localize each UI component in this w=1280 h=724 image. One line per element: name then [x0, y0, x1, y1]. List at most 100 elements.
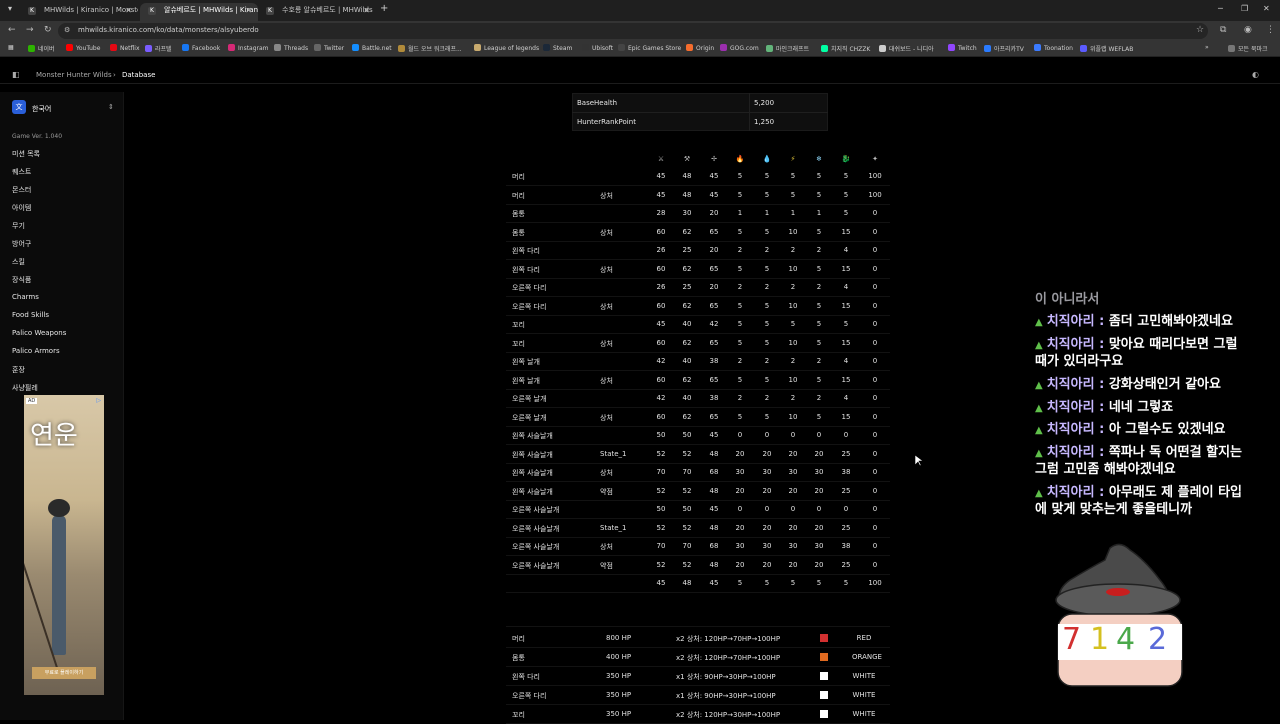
break-part-color-label: WHITE: [852, 691, 876, 699]
new-tab-button[interactable]: +: [380, 3, 388, 14]
hitzone-value: 60: [656, 412, 666, 421]
more-bookmarks-icon[interactable]: »: [1205, 44, 1209, 51]
bookmark-item[interactable]: 아프리카TV: [984, 44, 1024, 53]
sidebar-item[interactable]: 아이템: [12, 203, 31, 213]
table-row-divider: [506, 240, 890, 242]
menu-icon[interactable]: ⋮: [1266, 25, 1275, 35]
breadcrumb-root[interactable]: Monster Hunter Wilds: [36, 71, 112, 79]
hitzone-value: 70: [656, 468, 666, 476]
sidebar-item[interactable]: Palico Weapons: [12, 329, 66, 337]
close-tab-icon[interactable]: ✕: [245, 3, 252, 18]
bookmark-item[interactable]: 마인크래프트: [766, 44, 809, 53]
hitzone-value: 25: [682, 246, 692, 254]
sidebar-item[interactable]: Palico Armors: [12, 347, 60, 355]
advertisement-banner[interactable]: AD ▷ 연운 무료로 플레이하기: [24, 395, 104, 695]
hitzone-value: 0: [872, 375, 878, 384]
extensions-icon[interactable]: ⧉: [1220, 25, 1226, 35]
bookmark-item[interactable]: 대쉬보드 - 니디아: [879, 44, 934, 53]
table-row-divider: [506, 481, 890, 482]
hitzone-part: 왼쪽 날개: [512, 376, 540, 385]
bookmark-item[interactable]: Threads: [274, 44, 308, 52]
bookmark-item[interactable]: Steam: [543, 44, 572, 52]
bookmark-item[interactable]: Netflix: [110, 44, 140, 52]
url-text[interactable]: mhwilds.kiranico.com/ko/data/monsters/al…: [78, 26, 259, 34]
sidebar-item[interactable]: Charms: [12, 293, 39, 301]
theme-toggle-icon[interactable]: ◐: [1252, 70, 1259, 79]
bookmark-item[interactable]: Instagram: [228, 44, 269, 52]
hitzone-part: 몸통: [512, 228, 525, 237]
bookmark-star-icon[interactable]: ☆: [1196, 25, 1204, 35]
sidebar-item[interactable]: 훈장: [12, 365, 25, 375]
bookmark-item[interactable]: GOG.com: [720, 44, 759, 52]
bookmark-item[interactable]: Toonation: [1034, 44, 1073, 52]
table-row-divider: [506, 277, 890, 279]
forward-icon[interactable]: →: [26, 25, 34, 35]
sidebar-item[interactable]: 방어구: [12, 239, 31, 249]
hitzone-value: 52: [656, 486, 666, 495]
hitzone-value: 10: [788, 227, 798, 236]
bookmark-item[interactable]: Epic Games Store: [618, 44, 681, 52]
bookmark-item[interactable]: YouTube: [66, 44, 100, 52]
bookmark-item[interactable]: Twitch: [948, 44, 977, 52]
bookmark-item[interactable]: Facebook: [182, 44, 220, 52]
close-tab-icon[interactable]: ✕: [363, 3, 370, 18]
hitzone-value: 15: [841, 375, 851, 384]
hitzone-value: 4: [843, 394, 849, 402]
hitzone-value: 5: [764, 320, 770, 328]
back-icon[interactable]: ←: [8, 25, 16, 35]
sidebar-item[interactable]: 몬스터: [12, 185, 31, 195]
mascot-digit: 4: [1116, 622, 1136, 657]
hitzone-part: 왼쪽 사슬날개: [512, 432, 553, 440]
hitzone-value: 20: [709, 283, 719, 291]
sidebar-item[interactable]: Food Skills: [12, 311, 49, 319]
bookmark-item[interactable]: Origin: [686, 44, 714, 52]
maximize-icon[interactable]: ❐: [1241, 4, 1248, 13]
hitzone-state: 상처: [600, 228, 613, 237]
hitzone-value: 2: [790, 357, 796, 365]
tab-title: MHWilds | Kiranico | Monster: [44, 6, 138, 14]
sidebar-item[interactable]: 미션 목록: [12, 149, 40, 159]
apps-icon[interactable]: ▦: [8, 44, 14, 51]
bookmark-item[interactable]: Twitter: [314, 44, 344, 52]
kiranico-favicon-icon: K: [148, 7, 156, 15]
minimize-icon[interactable]: ─: [1218, 4, 1223, 13]
all-bookmarks-folder[interactable]: 모든 북마크: [1228, 44, 1268, 53]
bookmark-item[interactable]: 치지직 CHZZK: [821, 44, 870, 53]
sidebar-item[interactable]: 스킬: [12, 257, 25, 267]
tab-list-icon[interactable]: ▾: [8, 4, 12, 13]
bookmark-item[interactable]: Battle.net: [352, 44, 392, 52]
bookmark-item[interactable]: League of legends: [474, 44, 539, 52]
site-header: ◧ Monster Hunter Wilds › Database ◐: [0, 64, 1280, 84]
site-info-icon[interactable]: ⚙: [64, 26, 70, 34]
sidebar-item[interactable]: 장식품: [12, 275, 31, 285]
hitzone-value: 30: [762, 468, 772, 476]
table-row-divider: [506, 573, 890, 575]
reload-icon[interactable]: ↻: [44, 25, 52, 35]
hitzone-value: 62: [682, 301, 692, 310]
color-swatch: [820, 634, 828, 642]
browser-tab-active[interactable]: K 알슈베르도 | MHWilds | Kirani ✕: [140, 3, 258, 21]
bookmark-item[interactable]: 라프텔: [145, 44, 172, 53]
bookmark-item[interactable]: 위플랩 WEFLAB: [1080, 44, 1133, 53]
language-select[interactable]: 한국어: [32, 104, 51, 114]
bookmark-item[interactable]: Ubisoft: [582, 44, 613, 52]
hitzone-part: 왼쪽 다리: [512, 265, 540, 274]
hitzone-value: 5: [790, 172, 796, 180]
profile-icon[interactable]: ◉: [1244, 25, 1252, 35]
close-window-icon[interactable]: ✕: [1263, 4, 1270, 13]
sidebar-item[interactable]: 무기: [12, 221, 25, 231]
sidebar-item[interactable]: 퀘스트: [12, 167, 31, 177]
hitzone-part: 몸통: [512, 210, 525, 218]
ad-play-button[interactable]: 무료로 플레이하기: [32, 667, 96, 679]
browser-tab[interactable]: K 수호룡 알슈베르도 | MHWilds ✕: [258, 3, 376, 21]
browser-tab[interactable]: K MHWilds | Kiranico | Monster ✕: [20, 3, 138, 21]
hitzone-value: 5: [764, 227, 770, 236]
ad-info-icon[interactable]: ▷: [96, 397, 101, 404]
sidebar-toggle-icon[interactable]: ◧: [12, 70, 20, 79]
bookmark-item[interactable]: 월드 오브 워크래프...: [398, 44, 462, 53]
hitzone-value: 5: [764, 579, 770, 587]
bookmark-item[interactable]: 네이버: [28, 44, 55, 53]
close-tab-icon[interactable]: ✕: [125, 3, 132, 18]
chevron-updown-icon[interactable]: ⇕: [108, 103, 114, 111]
sidebar-item[interactable]: 사냥필레: [12, 383, 38, 393]
